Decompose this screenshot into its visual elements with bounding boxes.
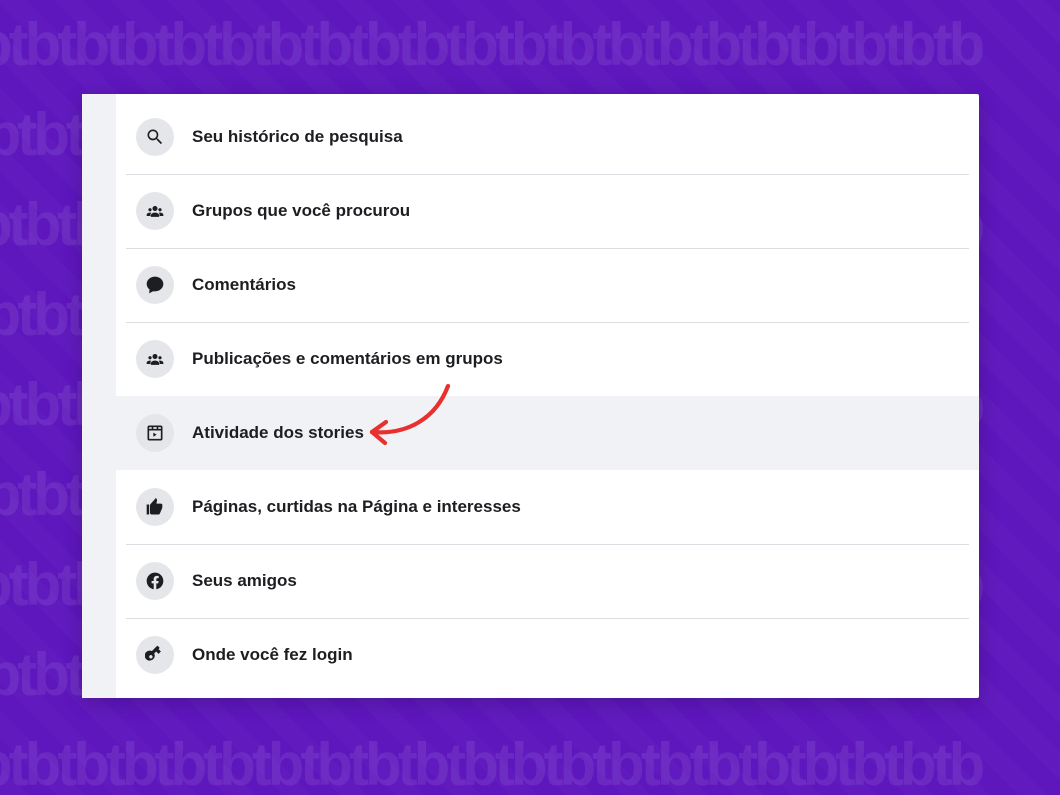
menu-item-groups-searched[interactable]: Grupos que você procurou (116, 174, 979, 248)
menu-item-label: Atividade dos stories (192, 423, 364, 443)
menu-item-search-history[interactable]: Seu histórico de pesquisa (116, 100, 979, 174)
like-icon (136, 488, 174, 526)
menu-item-label: Grupos que você procurou (192, 201, 410, 221)
menu-item-group-posts-comments[interactable]: Publicações e comentários em grupos (116, 322, 979, 396)
menu-item-label: Onde você fez login (192, 645, 353, 665)
menu-item-label: Comentários (192, 275, 296, 295)
groups-icon (136, 340, 174, 378)
groups-icon (136, 192, 174, 230)
menu-item-comments[interactable]: Comentários (116, 248, 979, 322)
menu-list: Seu histórico de pesquisa Grupos que você… (116, 94, 979, 698)
menu-item-label: Seu histórico de pesquisa (192, 127, 403, 147)
menu-item-your-friends[interactable]: Seus amigos (116, 544, 979, 618)
menu-item-where-logged-in[interactable]: Onde você fez login (116, 618, 979, 692)
menu-item-stories-activity[interactable]: Atividade dos stories (116, 396, 979, 470)
sidebar-strip (82, 94, 116, 698)
menu-item-label: Seus amigos (192, 571, 297, 591)
menu-item-label: Publicações e comentários em grupos (192, 349, 503, 369)
key-icon (136, 636, 174, 674)
menu-item-pages-likes[interactable]: Páginas, curtidas na Página e interesses (116, 470, 979, 544)
menu-item-label: Páginas, curtidas na Página e interesses (192, 497, 521, 517)
search-icon (136, 118, 174, 156)
facebook-icon (136, 562, 174, 600)
stories-icon (136, 414, 174, 452)
comment-icon (136, 266, 174, 304)
settings-panel: Seu histórico de pesquisa Grupos que você… (82, 94, 979, 698)
